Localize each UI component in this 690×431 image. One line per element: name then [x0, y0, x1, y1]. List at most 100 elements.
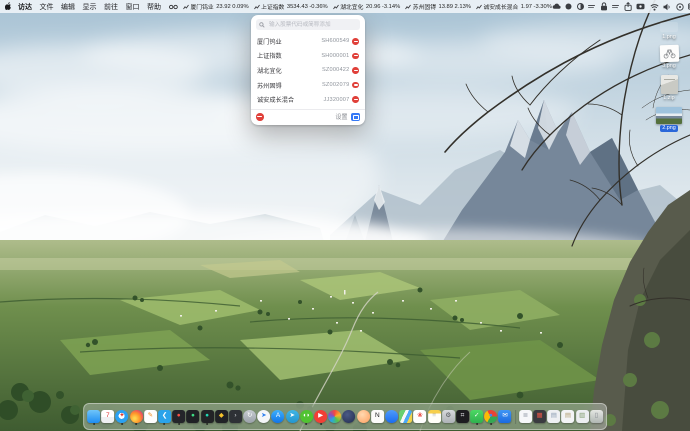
stock-name: 湖北宜化: [257, 67, 282, 75]
dock-icon-maps[interactable]: [399, 410, 413, 423]
watchlist-row[interactable]: 苏州固锝 SZ002079: [251, 78, 365, 93]
menubar-ticker[interactable]: 上证指数 3534.43 -0.36%: [253, 2, 328, 11]
dock-icon-doc-2[interactable]: ▤: [547, 410, 561, 423]
dock-icon-wechat[interactable]: ◖◗: [299, 410, 313, 423]
menu-file[interactable]: 文件: [40, 2, 54, 12]
ticker-change: -0.36%: [309, 3, 328, 10]
dock-icon-ide-dark-4[interactable]: ◆: [214, 410, 228, 423]
doc-1-glyph: ≣: [522, 412, 529, 420]
share-upload-icon[interactable]: [624, 2, 632, 11]
remove-stock-button[interactable]: [352, 67, 359, 74]
lock-icon[interactable]: [600, 2, 608, 11]
ticker-change: -3.14%: [381, 3, 401, 10]
dock-icon-browser-arrow[interactable]: ➤: [257, 410, 271, 423]
stock-search-input[interactable]: [267, 20, 357, 29]
dock-icon-notes[interactable]: ≡: [427, 410, 441, 423]
stock-app-icon[interactable]: [169, 4, 178, 10]
dock-icon-calendar[interactable]: 7: [101, 410, 115, 423]
menubar-ticker[interactable]: 苏州固锝 13.89 2.13%: [405, 2, 471, 11]
keyboard-toggle-button[interactable]: [350, 112, 360, 121]
dock-icon-blue-msg[interactable]: [385, 410, 399, 423]
dock-icon-ide-dark-3[interactable]: ●: [200, 410, 214, 423]
menubar-ticker[interactable]: 厦门钨业 23.92 0.09%: [183, 2, 249, 11]
app-menus: 访达 文件 编辑 显示 前往 窗口 帮助: [18, 2, 161, 12]
stock-code: SZ002079: [321, 82, 350, 89]
remove-stock-button[interactable]: [352, 52, 359, 60]
net-speed-text[interactable]: [612, 4, 620, 9]
watchlist-row[interactable]: 诚安成长混合 JJ320007: [251, 92, 365, 107]
file-label-selected: 2.png: [660, 125, 678, 132]
dock: 7 ✦ ✎ ❮ ● ● ● ◆ › ↻ ➤ A ➤ ◖◗ ▶ N ❀ ≡ ⚙ ⌗ ✓ ● ✉ ≣ ▦ ▤ ▤ ▥ ▯: [83, 403, 607, 430]
dock-icon-trash[interactable]: ▯: [589, 410, 603, 423]
dock-icon-telegram[interactable]: ➤: [285, 410, 299, 423]
stock-name: 厦门钨业: [257, 38, 282, 46]
dock-icon-peach-app[interactable]: [356, 410, 370, 423]
remove-stock-button[interactable]: [352, 38, 359, 45]
dock-icon-app-store[interactable]: A: [271, 410, 285, 423]
dark-circle-app-icon[interactable]: [565, 3, 572, 10]
terminal-glyph: ›: [234, 412, 237, 420]
settings-glyph: ⚙: [445, 412, 452, 420]
trash-glyph: ▯: [594, 412, 599, 420]
dock-icon-doc-1[interactable]: ≣: [518, 410, 532, 423]
remove-mode-button[interactable]: [256, 113, 264, 121]
file-icon-archive: [660, 74, 678, 94]
chart-icon: [405, 4, 412, 9]
dock-icon-doc-4[interactable]: ▥: [575, 410, 589, 423]
dock-icon-navy-app[interactable]: [342, 410, 356, 423]
desktop-file[interactable]: 1.zip: [660, 74, 678, 102]
screen-record-icon[interactable]: [636, 3, 645, 10]
ticker-price: 1.97: [520, 3, 533, 10]
doc-4-glyph: ▥: [579, 412, 586, 420]
settings-button[interactable]: 设置: [335, 112, 347, 121]
menu-app-name[interactable]: 访达: [18, 2, 32, 12]
desktop-file[interactable]: 1.png: [660, 22, 678, 40]
dock-icon-mail-blue[interactable]: ✉: [498, 410, 512, 423]
watchlist-row[interactable]: 湖北宜化 SZ000422: [251, 63, 365, 78]
dock-icon-pinwheel[interactable]: [328, 410, 342, 423]
browser-arrow-glyph: ➤: [261, 412, 267, 420]
dock-icon-terminal[interactable]: ›: [229, 410, 242, 423]
desktop-file[interactable]: 2.png: [656, 106, 682, 132]
dock-icon-ide-dark-1[interactable]: ●: [172, 410, 186, 423]
dock-icon-ide-dark-2[interactable]: ●: [186, 410, 200, 423]
menu-window[interactable]: 窗口: [126, 2, 140, 12]
dock-icon-firefox[interactable]: [129, 410, 143, 423]
volume-icon[interactable]: [663, 3, 671, 11]
dock-icon-vscode[interactable]: ❮: [158, 410, 172, 423]
desktop-file[interactable]: 3.png: [659, 44, 679, 70]
menubar-ticker[interactable]: 诚安成长混合 1.97 -3.30%: [476, 2, 552, 11]
dock-icon-photos[interactable]: ❀: [413, 410, 427, 423]
dock-icon-green-app[interactable]: ✓: [470, 410, 484, 423]
dock-icon-notion[interactable]: N: [370, 410, 384, 423]
dock-icon-doc-dark[interactable]: ▦: [533, 410, 547, 423]
apple-menu-icon[interactable]: [5, 2, 13, 11]
watchlist-row[interactable]: 上证指数 SH000001: [251, 49, 365, 64]
dock-icon-chrome[interactable]: ●: [484, 410, 498, 423]
menu-help[interactable]: 帮助: [147, 2, 161, 12]
control-center-icon[interactable]: [676, 2, 684, 11]
stats-text[interactable]: [588, 4, 596, 9]
menubar-ticker[interactable]: 湖北宜化 20.96 -3.14%: [332, 2, 401, 11]
wifi-icon[interactable]: [650, 3, 659, 11]
dock-icon-pencil-app[interactable]: ✎: [143, 410, 157, 423]
dock-icon-gray-utility[interactable]: ↻: [243, 410, 257, 423]
dock-icon-potplayer[interactable]: ▶: [314, 410, 328, 423]
dock-icon-doc-3[interactable]: ▤: [561, 410, 575, 423]
cloud-app-icon[interactable]: [552, 3, 561, 10]
watchlist-row[interactable]: 厦门钨业 SH600549: [251, 34, 365, 49]
dock-icon-finder[interactable]: [87, 410, 101, 423]
menu-go[interactable]: 前往: [104, 2, 118, 12]
menu-view[interactable]: 显示: [83, 2, 97, 12]
dock-icon-black-app[interactable]: ⌗: [456, 410, 469, 423]
dock-icon-settings[interactable]: ⚙: [441, 410, 455, 423]
mail-blue-glyph: ✉: [502, 412, 508, 420]
remove-stock-button[interactable]: [352, 96, 359, 103]
menu-edit[interactable]: 编辑: [61, 2, 75, 12]
photos-glyph: ❀: [417, 412, 423, 420]
stock-code: SH600549: [321, 38, 350, 45]
half-circle-app-icon[interactable]: [576, 3, 584, 10]
remove-stock-button[interactable]: [352, 81, 359, 89]
ticker-name: 苏州固锝: [412, 5, 436, 11]
dock-icon-safari[interactable]: ✦: [115, 410, 129, 423]
